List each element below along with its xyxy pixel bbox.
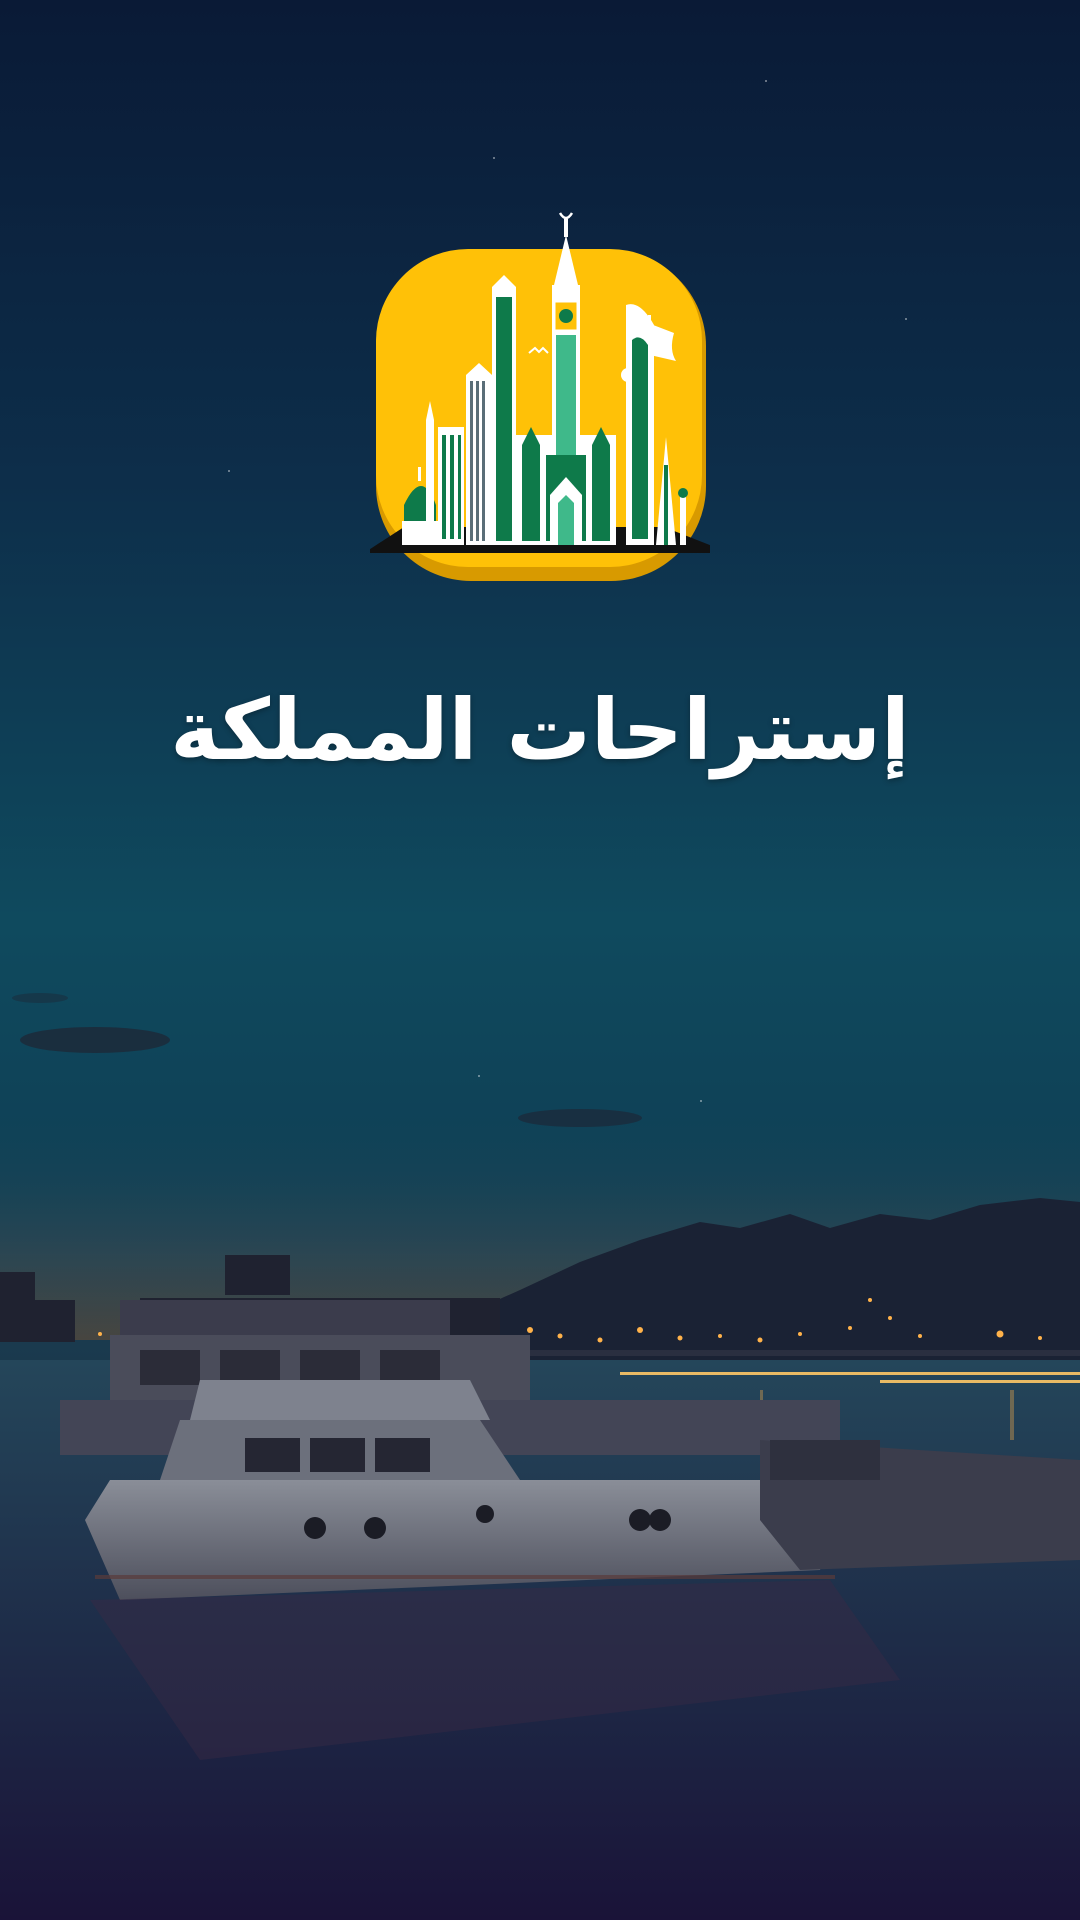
app-logo-icon (370, 212, 710, 581)
app-title: إستراحات المملكة (170, 681, 910, 779)
splash-screen: إستراحات المملكة (0, 0, 1080, 1920)
